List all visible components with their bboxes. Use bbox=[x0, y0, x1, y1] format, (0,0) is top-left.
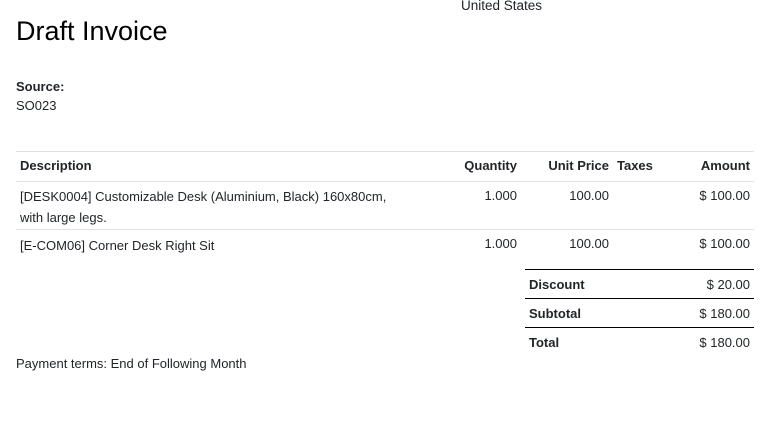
column-header-amount: Amount bbox=[700, 158, 750, 173]
discount-value: $ 20.00 bbox=[706, 277, 750, 292]
subtotal-row: Subtotal $ 180.00 bbox=[525, 298, 754, 327]
invoice-lines-table: Description Quantity Unit Price Taxes Am… bbox=[16, 151, 754, 258]
table-row: [E-COM06] Corner Desk Right Sit 1.000 10… bbox=[16, 229, 754, 258]
totals-table: Discount $ 20.00 Subtotal $ 180.00 Total… bbox=[525, 269, 754, 356]
page-title: Draft Invoice bbox=[16, 16, 168, 46]
column-header-quantity: Quantity bbox=[464, 158, 517, 173]
total-row: Total $ 180.00 bbox=[525, 327, 754, 356]
line-amount: $ 100.00 bbox=[699, 236, 750, 251]
column-header-taxes: Taxes bbox=[617, 158, 653, 173]
total-value: $ 180.00 bbox=[699, 335, 750, 350]
line-amount: $ 100.00 bbox=[699, 188, 750, 203]
line-quantity: 1.000 bbox=[484, 236, 517, 251]
discount-row: Discount $ 20.00 bbox=[525, 269, 754, 298]
source-value: SO023 bbox=[16, 98, 57, 113]
total-label: Total bbox=[529, 335, 560, 350]
line-unit-price: 100.00 bbox=[569, 188, 609, 203]
address-country: United States bbox=[461, 0, 543, 13]
table-header-row: Description Quantity Unit Price Taxes Am… bbox=[16, 151, 754, 181]
table-row: [DESK0004] Customizable Desk (Aluminium,… bbox=[16, 181, 754, 229]
discount-label: Discount bbox=[529, 277, 585, 292]
line-quantity: 1.000 bbox=[484, 188, 517, 203]
payment-terms: Payment terms: End of Following Month bbox=[16, 356, 247, 371]
column-header-description: Description bbox=[20, 158, 92, 173]
subtotal-value: $ 180.00 bbox=[699, 306, 750, 321]
line-description: [E-COM06] Corner Desk Right Sit bbox=[20, 238, 215, 253]
source-label: Source: bbox=[16, 79, 65, 94]
line-unit-price: 100.00 bbox=[569, 236, 609, 251]
line-description: [DESK0004] Customizable Desk (Aluminium,… bbox=[20, 189, 387, 225]
subtotal-label: Subtotal bbox=[529, 306, 581, 321]
column-header-unit-price: Unit Price bbox=[548, 158, 609, 173]
